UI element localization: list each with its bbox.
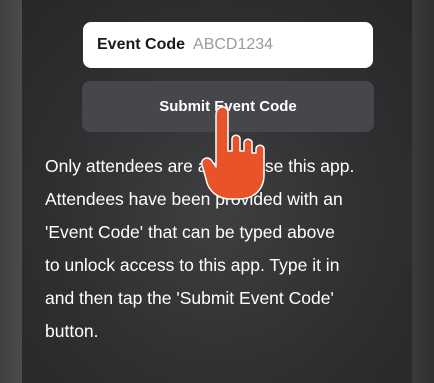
event-code-field[interactable]: Event Code [83,22,373,68]
event-code-input[interactable] [193,36,354,54]
description-line: button. [45,321,99,341]
event-code-label: Event Code [97,36,186,53]
description-line: and then tap the 'Submit Event Code' [45,288,334,308]
left-edge [0,0,22,383]
tap-hand-icon [200,106,265,200]
right-edge [412,0,434,383]
description-line: 'Event Code' that can be typed above [45,222,335,242]
description-line: to unlock access to this app. Type it in [45,255,340,275]
